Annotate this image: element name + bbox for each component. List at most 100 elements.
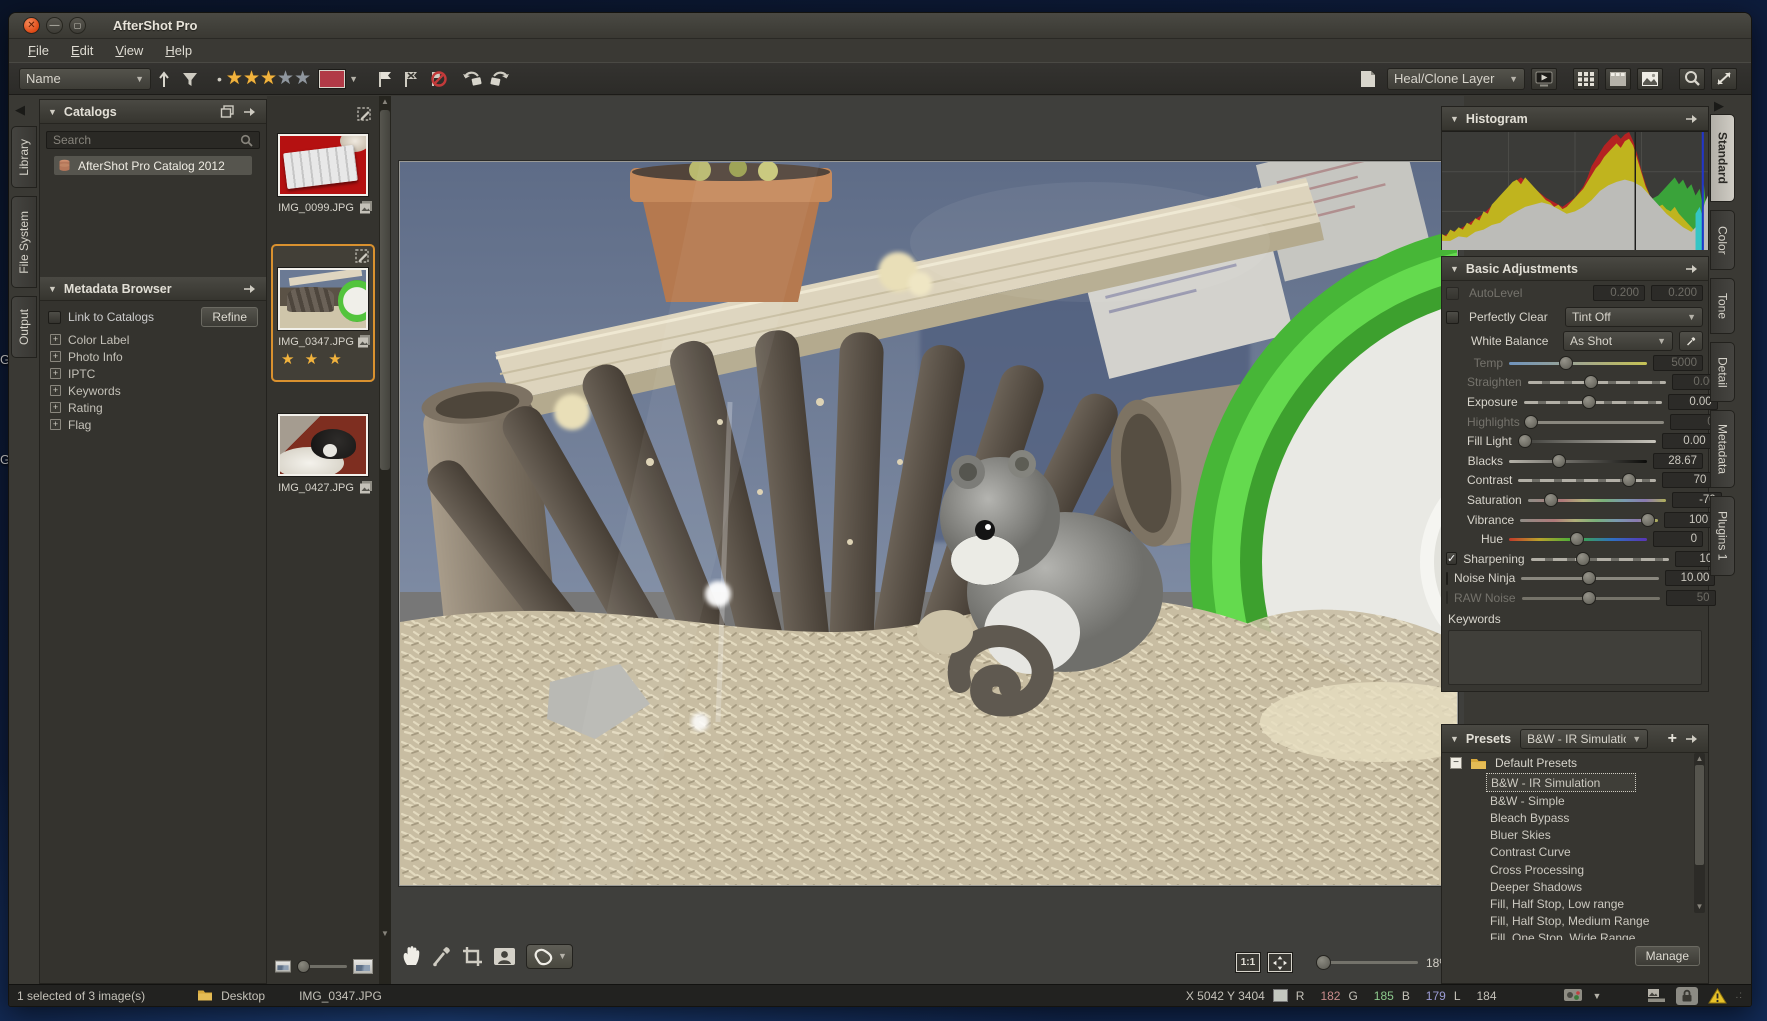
blacks-slider[interactable] — [1509, 454, 1647, 468]
redeye-tool[interactable] — [493, 947, 516, 966]
layer-selector-dropdown[interactable]: Heal/Clone Layer▼ — [1387, 68, 1525, 90]
presets-dropdown[interactable]: B&W - IR Simulation▼ — [1520, 729, 1648, 749]
thumbnail-image[interactable] — [278, 414, 368, 476]
slider-knob[interactable] — [1570, 532, 1584, 546]
rating-star-3[interactable]: ★ — [260, 69, 277, 88]
preset-item[interactable]: Fill, One Stop, Wide Range — [1486, 930, 1708, 940]
exposure-slider[interactable] — [1524, 395, 1662, 409]
image-view-button[interactable] — [1637, 68, 1663, 90]
preset-item[interactable]: Contrast Curve — [1486, 844, 1708, 861]
link-to-catalogs-checkbox[interactable] — [48, 311, 61, 324]
rating-star-2[interactable]: ★ — [243, 69, 260, 88]
perfectly-clear-checkbox[interactable] — [1446, 311, 1459, 324]
raw-noise-value[interactable]: 50 — [1666, 590, 1716, 606]
blacks-value[interactable]: 28.67 — [1653, 453, 1703, 469]
contrast-slider[interactable] — [1518, 473, 1656, 487]
thumbnail-card[interactable]: IMG_0427.JPG — [271, 388, 375, 518]
thumbnail-view-button[interactable] — [1573, 68, 1599, 90]
sharpening-checkbox[interactable]: ✓ — [1446, 552, 1457, 565]
collapse-right-panel-icon[interactable]: ▶ — [1714, 98, 1724, 114]
sort-ascending-button[interactable] — [151, 67, 177, 91]
rating-star-5[interactable]: ★ — [294, 69, 311, 88]
window-minimize-button[interactable]: — — [46, 17, 63, 34]
catalogs-panel-header[interactable]: ▼ Catalogs — [40, 100, 266, 124]
temp-value[interactable]: 5000 — [1653, 355, 1703, 371]
scroll-up-icon[interactable]: ▲ — [1694, 753, 1705, 765]
slideshow-button[interactable] — [1531, 68, 1557, 90]
flag-pick-button[interactable] — [372, 67, 398, 91]
eyedropper-tool[interactable] — [432, 945, 452, 967]
flag-clear-button[interactable] — [424, 67, 450, 91]
preset-item[interactable]: Cross Processing — [1486, 861, 1708, 878]
preset-item[interactable]: B&W - Simple — [1486, 792, 1708, 809]
preset-item[interactable]: Bleach Bypass — [1486, 809, 1708, 826]
scrollbar-thumb[interactable] — [1695, 765, 1704, 865]
temp-slider[interactable] — [1509, 356, 1647, 370]
undo-button[interactable] — [460, 67, 486, 91]
fill-light-slider[interactable] — [1518, 434, 1656, 448]
thumbnail-image[interactable] — [278, 268, 368, 330]
pin-panel-icon[interactable] — [1685, 733, 1700, 745]
expand-plus-icon[interactable]: + — [50, 351, 61, 362]
meta-tree-rating[interactable]: +Rating — [40, 399, 266, 416]
collapse-left-panel-icon[interactable]: ◀ — [15, 102, 25, 118]
tab-output[interactable]: Output — [11, 296, 37, 358]
contrast-value[interactable]: 70 — [1662, 472, 1712, 488]
collapse-triangle-icon[interactable]: ▼ — [48, 107, 57, 117]
pin-panel-icon[interactable] — [1685, 263, 1700, 275]
slider-knob[interactable] — [1582, 395, 1596, 409]
tab-standard[interactable]: Standard — [1710, 114, 1735, 202]
zoom-1to1-button[interactable]: 1:1 — [1236, 953, 1260, 972]
expand-plus-icon[interactable]: + — [50, 419, 61, 430]
preset-item[interactable]: Fill, Half Stop, Medium Range — [1486, 913, 1708, 930]
tint-dropdown[interactable]: Tint Off▼ — [1565, 307, 1703, 327]
pin-panel-icon[interactable] — [1685, 113, 1700, 125]
noise-ninja-value[interactable]: 10.00 — [1665, 570, 1715, 586]
refine-button[interactable]: Refine — [201, 307, 258, 327]
image-canvas[interactable]: ▼ 1:1 18% — [391, 96, 1464, 984]
chevron-down-icon[interactable]: ▼ — [558, 951, 567, 961]
thumb-size-slider[interactable] — [299, 965, 347, 968]
rating-star-1[interactable]: ★ — [226, 69, 243, 88]
slider-knob[interactable] — [1576, 552, 1590, 566]
image-info-icon[interactable] — [1647, 988, 1666, 1003]
menu-view[interactable]: View — [106, 41, 152, 60]
new-layer-icon[interactable] — [1355, 67, 1381, 91]
thumbnail-card[interactable]: IMG_0099.JPG — [271, 104, 375, 234]
histogram-header[interactable]: ▼ Histogram — [1442, 107, 1708, 131]
autolevel-checkbox[interactable] — [1446, 287, 1459, 300]
scroll-up-icon[interactable]: ▲ — [379, 96, 391, 108]
titlebar[interactable]: ✕ — ▢ AfterShot Pro — [9, 13, 1751, 39]
menu-help[interactable]: Help — [156, 41, 201, 60]
collapse-triangle-icon[interactable]: ▼ — [48, 284, 57, 294]
collapse-triangle-icon[interactable]: ▼ — [1450, 734, 1459, 744]
white-balance-picker-button[interactable] — [1679, 331, 1703, 351]
filter-button[interactable] — [177, 67, 203, 91]
slider-knob[interactable] — [1582, 571, 1596, 585]
tab-color[interactable]: Color — [1710, 210, 1735, 270]
color-label-swatch[interactable] — [319, 70, 345, 88]
catalog-item[interactable]: AfterShot Pro Catalog 2012 — [54, 156, 252, 175]
current-folder[interactable]: Desktop — [221, 989, 265, 1003]
preset-item[interactable]: Bluer Skies — [1486, 827, 1708, 844]
filmstrip-scrollbar[interactable]: ▲ ▼ — [379, 96, 391, 984]
window-maximize-button[interactable]: ▢ — [69, 17, 86, 34]
manage-presets-button[interactable]: Manage — [1635, 946, 1700, 966]
presets-scrollbar[interactable]: ▲ ▼ — [1694, 753, 1705, 913]
expand-plus-icon[interactable]: + — [50, 385, 61, 396]
main-photo[interactable] — [399, 161, 1458, 886]
raw-noise-slider[interactable] — [1522, 591, 1660, 605]
vibrance-slider[interactable] — [1520, 513, 1658, 527]
white-balance-dropdown[interactable]: As Shot▼ — [1563, 331, 1673, 351]
slider-knob[interactable] — [1641, 513, 1655, 527]
slider-knob[interactable] — [1584, 375, 1598, 389]
copy-catalog-icon[interactable] — [220, 105, 235, 119]
chevron-down-icon[interactable]: ▼ — [1593, 991, 1602, 1001]
menu-edit[interactable]: Edit — [62, 41, 102, 60]
add-preset-icon[interactable]: + — [1668, 730, 1677, 748]
metadata-browser-header[interactable]: ▼ Metadata Browser — [40, 277, 266, 301]
thumbnail-image[interactable] — [278, 134, 368, 196]
slider-knob[interactable] — [1582, 591, 1596, 605]
vibrance-value[interactable]: 100 — [1664, 512, 1714, 528]
thumbnail-card-selected[interactable]: IMG_0347.JPG ★ ★ ★ — [271, 244, 375, 382]
